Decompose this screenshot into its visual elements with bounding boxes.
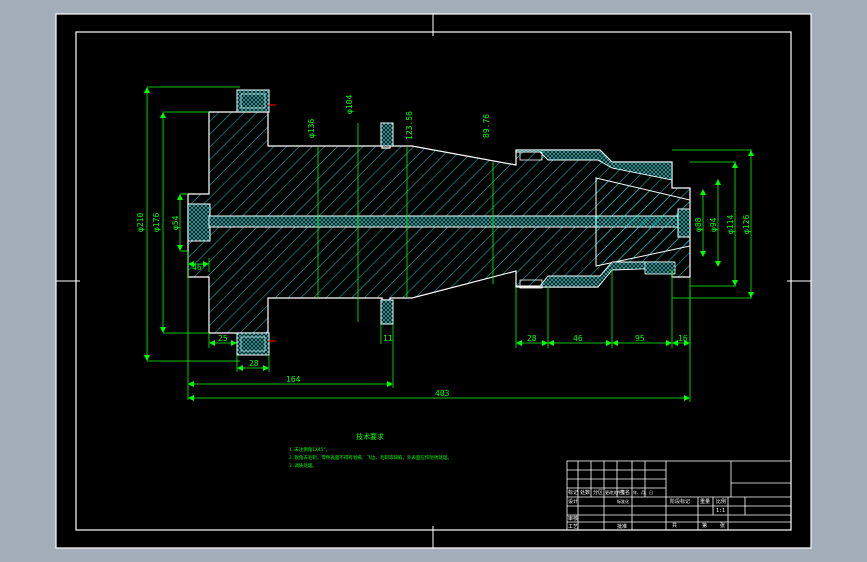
dim-88: φ88: [694, 217, 703, 232]
dim-136: φ136: [307, 119, 316, 138]
tb-sheets: 张: [720, 522, 725, 529]
tb-count: 处数: [580, 489, 590, 496]
dim-25: 25: [218, 334, 228, 343]
tb-zone: 分区: [593, 489, 603, 496]
end-cap: [187, 203, 211, 242]
dim-16: 16: [678, 334, 688, 343]
dim-89-76: 89.76: [482, 114, 491, 138]
dim-104: φ104: [345, 95, 354, 114]
dim-94: φ94: [709, 217, 718, 232]
dim-126: φ126: [742, 215, 751, 234]
flange-slot-top: [236, 89, 270, 113]
tb-stage-mark: 阶段标记: [670, 498, 690, 505]
tb-weight: 重量: [700, 498, 710, 505]
dim-46-right: 46: [573, 334, 583, 343]
dim-176: φ176: [152, 213, 161, 232]
dim-210: φ210: [136, 213, 145, 232]
tb-design: 设计: [568, 498, 578, 505]
tb-process: 工艺: [568, 524, 578, 530]
tb-date: 年、月、日: [633, 489, 653, 495]
dim-11: 11: [383, 334, 393, 343]
key-top: [380, 122, 394, 147]
dim-28-right: 28: [527, 334, 537, 343]
cad-drawing: φ210 φ176 φ54 46 25 28 164 403 φ104 φ136…: [55, 13, 812, 549]
tb-scale-value: 1:1: [716, 508, 725, 514]
notes-title: 技术要求: [356, 432, 384, 441]
dim-46: 46: [192, 263, 202, 272]
dim-403: 403: [435, 389, 450, 398]
key-bottom: [380, 299, 394, 325]
note-line-1: 1.未注倒角1X45°。: [289, 446, 330, 453]
tb-sign: 签名: [620, 489, 630, 496]
dim-164: 164: [286, 375, 301, 384]
tb-mark: 标记: [568, 489, 578, 496]
flange-slot-bottom: [236, 332, 270, 356]
dim-123-56: 123.56: [405, 111, 414, 140]
tb-review: 审核: [568, 515, 578, 522]
note-line-3: 3.调质处理。: [289, 462, 317, 469]
note-line-2: 2.锐角去毛刺，零件表面不得有划痕、飞边、毛刺等缺陷，外表面应作防锈处理。: [289, 454, 452, 461]
tb-standardize: 标准化: [617, 498, 629, 504]
dim-28-left: 28: [249, 359, 259, 368]
dim-54: φ54: [171, 215, 180, 230]
dim-114: φ114: [726, 215, 735, 234]
tb-scale: 比例: [716, 498, 726, 505]
dim-95: 95: [635, 334, 645, 343]
tb-sheet-no: 第: [702, 522, 707, 529]
tb-sheet-total: 共: [672, 522, 677, 529]
tb-approve: 批准: [617, 523, 627, 530]
